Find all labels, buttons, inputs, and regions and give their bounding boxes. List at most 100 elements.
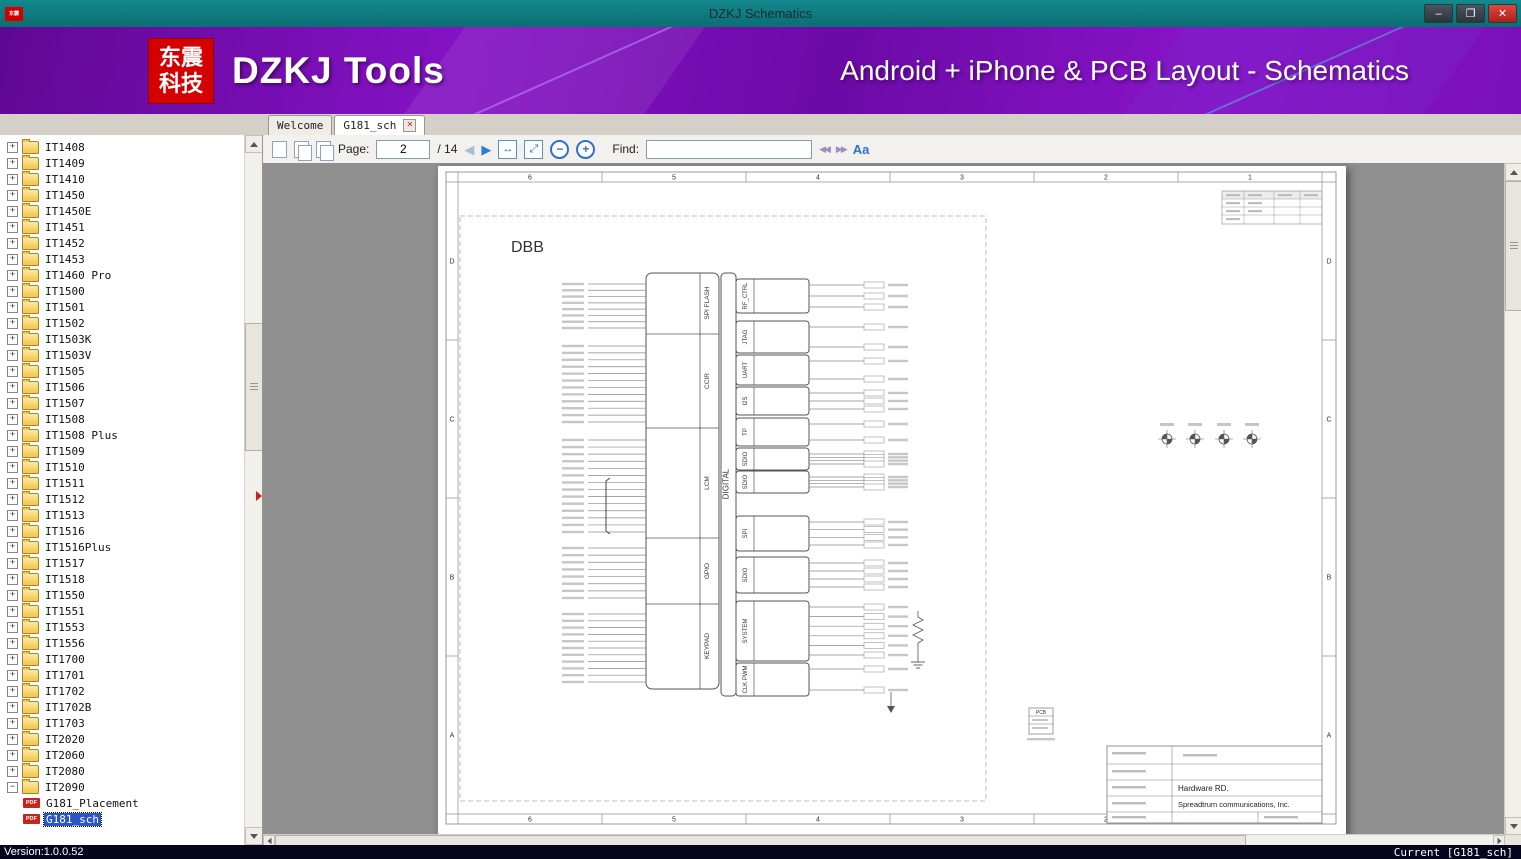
facing-pages-icon[interactable] xyxy=(294,140,312,161)
splitter-collapse-icon[interactable] xyxy=(256,491,262,501)
page-copy-icon[interactable] xyxy=(316,140,334,161)
fit-page-icon[interactable]: ⤢ xyxy=(524,139,544,159)
tree-item-IT1508[interactable]: + IT1508 xyxy=(7,410,245,427)
expand-icon[interactable]: + xyxy=(7,157,18,169)
tree-item-IT1451[interactable]: + IT1451 xyxy=(7,218,245,235)
tree-item-IT1505[interactable]: + IT1505 xyxy=(7,362,245,379)
vertical-scroll-thumb[interactable] xyxy=(1505,181,1521,311)
expand-icon[interactable]: + xyxy=(7,717,18,729)
expand-icon[interactable]: + xyxy=(7,765,18,777)
maximize-button[interactable]: ❐ xyxy=(1456,4,1485,23)
expand-icon[interactable]: + xyxy=(7,221,18,233)
zoom-in-icon[interactable]: + xyxy=(576,139,596,159)
sidebar-scrollbar[interactable] xyxy=(244,135,262,845)
expand-icon[interactable]: + xyxy=(7,205,18,217)
scroll-down-icon[interactable] xyxy=(245,827,262,845)
expand-icon[interactable]: + xyxy=(7,253,18,265)
expand-icon[interactable]: + xyxy=(7,189,18,201)
tree-item-IT1506[interactable]: + IT1506 xyxy=(7,378,245,395)
tree-item-IT1516[interactable]: + IT1516 xyxy=(7,522,245,539)
tree-item-IT1409[interactable]: + IT1409 xyxy=(7,154,245,171)
expand-icon[interactable]: + xyxy=(7,477,18,489)
find-input[interactable] xyxy=(646,139,813,159)
expand-icon[interactable]: + xyxy=(7,621,18,633)
expand-icon[interactable]: + xyxy=(7,173,18,185)
expand-icon[interactable]: + xyxy=(7,429,18,441)
tree-item-G181_Placement[interactable]: PDF G181_Placement xyxy=(7,795,245,811)
tree-item-IT1450[interactable]: + IT1450 xyxy=(7,186,245,203)
tree-item-IT1503K[interactable]: + IT1503K xyxy=(7,330,245,347)
page-number-input[interactable] xyxy=(376,139,431,159)
collapse-icon[interactable]: − xyxy=(7,781,18,793)
tree-item-IT2080[interactable]: + IT2080 xyxy=(7,762,245,779)
tree-item-IT1503V[interactable]: + IT1503V xyxy=(7,346,245,363)
find-previous-icon[interactable]: ◀◀ xyxy=(819,144,831,155)
tree-item-IT1460-Pro[interactable]: + IT1460 Pro xyxy=(7,266,245,283)
tree-item-IT1700[interactable]: + IT1700 xyxy=(7,650,245,667)
expand-icon[interactable]: + xyxy=(7,333,18,345)
expand-icon[interactable]: + xyxy=(7,493,18,505)
single-page-icon[interactable] xyxy=(272,140,287,158)
tree-item-IT1508-Plus[interactable]: + IT1508 Plus xyxy=(7,426,245,443)
next-page-icon[interactable]: ▶ xyxy=(481,143,491,156)
expand-icon[interactable]: + xyxy=(7,701,18,713)
expand-icon[interactable]: + xyxy=(7,733,18,745)
tree-item-IT1518[interactable]: + IT1518 xyxy=(7,570,245,587)
vertical-scrollbar[interactable] xyxy=(1504,163,1521,835)
tree-item-IT1453[interactable]: + IT1453 xyxy=(7,250,245,267)
tree-item-IT1551[interactable]: + IT1551 xyxy=(7,602,245,619)
fit-width-icon[interactable]: ↔ xyxy=(498,139,518,159)
expand-icon[interactable]: + xyxy=(7,573,18,585)
scroll-up-icon[interactable] xyxy=(1505,163,1521,181)
expand-icon[interactable]: + xyxy=(7,301,18,313)
tree-item-IT1553[interactable]: + IT1553 xyxy=(7,618,245,635)
pdf-canvas[interactable]: 665544332211DDCCBBAADBBSPI FLASHCCIRLCMG… xyxy=(263,163,1505,835)
expand-icon[interactable]: + xyxy=(7,445,18,457)
expand-icon[interactable]: + xyxy=(7,381,18,393)
tree-item-G181_sch[interactable]: PDF G181_sch xyxy=(7,811,245,827)
tree-item-IT1517[interactable]: + IT1517 xyxy=(7,554,245,571)
expand-icon[interactable]: + xyxy=(7,685,18,697)
scroll-down-icon[interactable] xyxy=(1505,817,1521,835)
tree-item-IT1507[interactable]: + IT1507 xyxy=(7,394,245,411)
expand-icon[interactable]: + xyxy=(7,749,18,761)
tree-item-IT2060[interactable]: + IT2060 xyxy=(7,746,245,763)
match-case-icon[interactable]: Aa xyxy=(853,142,870,157)
tree-item-IT1450E[interactable]: + IT1450E xyxy=(7,202,245,219)
sidebar-scroll-thumb[interactable] xyxy=(245,323,262,451)
tree-item-IT1501[interactable]: + IT1501 xyxy=(7,298,245,315)
tree-item-IT2090[interactable]: − IT2090 xyxy=(7,778,245,795)
tree-item-IT1502[interactable]: + IT1502 xyxy=(7,314,245,331)
previous-page-icon[interactable]: ◀ xyxy=(464,143,474,156)
close-button[interactable]: ✕ xyxy=(1488,4,1517,23)
tree-item-IT1701[interactable]: + IT1701 xyxy=(7,666,245,683)
expand-icon[interactable]: + xyxy=(7,637,18,649)
expand-icon[interactable]: + xyxy=(7,349,18,361)
tree-item-IT1702[interactable]: + IT1702 xyxy=(7,682,245,699)
expand-icon[interactable]: + xyxy=(7,509,18,521)
tree-item-IT2020[interactable]: + IT2020 xyxy=(7,730,245,747)
tab-welcome[interactable]: Welcome xyxy=(268,115,333,135)
tree-item-IT1703[interactable]: + IT1703 xyxy=(7,714,245,731)
expand-icon[interactable]: + xyxy=(7,365,18,377)
tree-item-IT1513[interactable]: + IT1513 xyxy=(7,506,245,523)
tree-item-IT1516Plus[interactable]: + IT1516Plus xyxy=(7,538,245,555)
tree-item-IT1452[interactable]: + IT1452 xyxy=(7,234,245,251)
expand-icon[interactable]: + xyxy=(7,141,18,153)
expand-icon[interactable]: + xyxy=(7,605,18,617)
close-tab-icon[interactable]: ✕ xyxy=(403,119,417,132)
horizontal-scrollbar[interactable] xyxy=(263,834,1505,846)
tab-g181-sch[interactable]: G181_sch ✕ xyxy=(334,115,426,135)
tree-item-IT1500[interactable]: + IT1500 xyxy=(7,282,245,299)
expand-icon[interactable]: + xyxy=(7,237,18,249)
find-next-icon[interactable]: ▶▶ xyxy=(836,144,848,155)
tree-item-IT1408[interactable]: + IT1408 xyxy=(7,139,245,155)
expand-icon[interactable]: + xyxy=(7,557,18,569)
expand-icon[interactable]: + xyxy=(7,397,18,409)
tree-item-IT1511[interactable]: + IT1511 xyxy=(7,474,245,491)
expand-icon[interactable]: + xyxy=(7,669,18,681)
tree-item-IT1509[interactable]: + IT1509 xyxy=(7,442,245,459)
tree-item-IT1510[interactable]: + IT1510 xyxy=(7,458,245,475)
minimize-button[interactable]: – xyxy=(1424,4,1453,23)
expand-icon[interactable]: + xyxy=(7,653,18,665)
